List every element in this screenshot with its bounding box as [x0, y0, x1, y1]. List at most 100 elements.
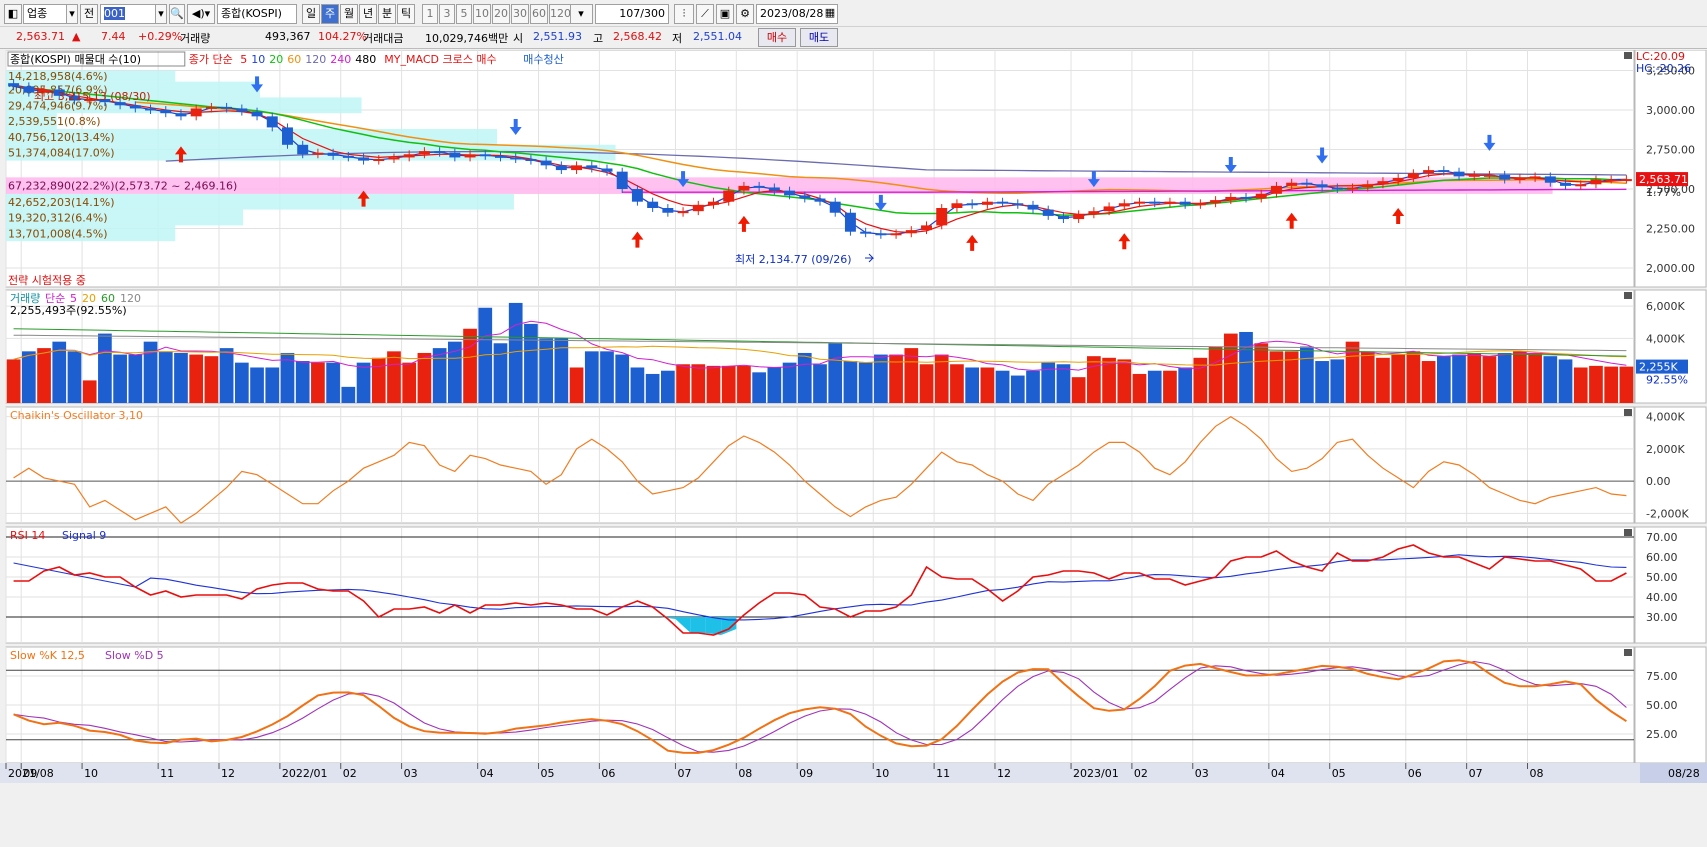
- count-dropdown[interactable]: ▾: [569, 4, 593, 24]
- volume-bar: [204, 356, 219, 403]
- x-label-11: 07: [677, 767, 691, 780]
- candle-body: [936, 208, 948, 226]
- speaker-icon[interactable]: ◀)▾: [187, 4, 215, 24]
- rsi-ytick-2: 50.00: [1646, 571, 1678, 584]
- candle-body: [1423, 170, 1435, 174]
- market-dropdown-icon[interactable]: ▾: [66, 4, 78, 24]
- draw-tool-icon[interactable]: ⟋: [696, 4, 714, 24]
- price-ytick-2: 2,750.00: [1646, 144, 1695, 157]
- candle-body: [1575, 184, 1587, 187]
- candle-body: [205, 106, 217, 109]
- rsi-ytick-4: 30.00: [1646, 611, 1678, 624]
- period-button-2[interactable]: 월: [340, 4, 358, 24]
- candle-body: [616, 171, 628, 190]
- interval-button-1[interactable]: 1: [422, 4, 438, 24]
- volume-bar: [387, 351, 401, 403]
- volume-bar: [1178, 367, 1193, 403]
- volume-bar: [158, 351, 173, 403]
- volume-bar: [265, 367, 280, 403]
- candle-body: [449, 152, 461, 158]
- volume-bar: [1041, 362, 1056, 403]
- chart-menu-icon[interactable]: ◧: [4, 4, 22, 24]
- code-input[interactable]: 001: [100, 4, 156, 24]
- period-button-3[interactable]: 년: [359, 4, 377, 24]
- interval-button-20[interactable]: 20: [492, 4, 510, 24]
- chaikin-ytick-0: 4,000K: [1646, 411, 1685, 424]
- price-legend-0: 종합(KOSPI) 매물대 수(10): [10, 53, 141, 66]
- interval-button-120[interactable]: 120: [549, 4, 571, 24]
- volume-bar: [1360, 351, 1375, 403]
- amount: 10,029,746백만: [425, 32, 509, 45]
- interval-button-10[interactable]: 10: [473, 4, 491, 24]
- market-select[interactable]: 업종: [23, 4, 67, 24]
- stoch-ytick-2: 25.00: [1646, 728, 1678, 741]
- candle-type-icon[interactable]: ⫶: [674, 4, 694, 24]
- count-field[interactable]: 107/300: [595, 4, 669, 24]
- x-label-1: 09: [23, 767, 37, 780]
- volume-bar: [995, 370, 1010, 403]
- volume-bar: [234, 362, 249, 403]
- volume-bar: [1026, 370, 1040, 403]
- volume-bar: [828, 343, 843, 403]
- volume-bar: [341, 386, 356, 403]
- candle-body: [479, 154, 491, 157]
- candle-body: [1118, 203, 1130, 207]
- candle-body: [753, 185, 765, 188]
- interval-button-3[interactable]: 3: [439, 4, 455, 24]
- candle-body: [1620, 179, 1632, 182]
- candle-body: [1286, 182, 1298, 186]
- search-icon[interactable]: 🔍: [169, 4, 185, 24]
- x-label-12: 08: [738, 767, 752, 780]
- volume-bar: [1163, 370, 1177, 403]
- candle-body: [860, 231, 872, 234]
- candle-body: [236, 108, 248, 112]
- panel-close-icon-stoch: [1624, 649, 1632, 656]
- volume-bar: [615, 354, 630, 403]
- volume-bar: [1208, 346, 1223, 403]
- volume-bar: [37, 348, 51, 403]
- current-price-label: 2,563.71: [1639, 173, 1688, 186]
- code-dropdown-icon[interactable]: ▾: [155, 4, 167, 24]
- panel-close-icon-price: [1624, 52, 1632, 59]
- candle-body: [297, 144, 309, 155]
- change-pct: +0.29%: [138, 30, 183, 43]
- x-label-21: 05: [1332, 767, 1346, 780]
- sell-button[interactable]: 매도: [800, 28, 838, 47]
- candle-body: [266, 116, 278, 128]
- interval-button-60[interactable]: 60: [530, 4, 548, 24]
- volume-bar: [661, 370, 675, 403]
- period-button-0[interactable]: 일: [302, 4, 320, 24]
- period-button-1[interactable]: 주: [321, 4, 339, 24]
- volume-bar: [539, 338, 553, 403]
- volume-bar: [1315, 361, 1329, 403]
- buy-button[interactable]: 매수: [758, 28, 796, 47]
- prev-button[interactable]: 전: [80, 4, 98, 24]
- candle-body: [434, 151, 446, 154]
- candle-body: [1499, 174, 1511, 180]
- candle-body: [647, 201, 659, 208]
- interval-button-5[interactable]: 5: [456, 4, 472, 24]
- interval-button-30[interactable]: 30: [511, 4, 529, 24]
- candle-body: [190, 108, 202, 117]
- volume-bar: [919, 364, 934, 403]
- high: 2,568.42: [613, 30, 662, 43]
- stoch-ytick-1: 50.00: [1646, 699, 1678, 712]
- toolbar: ◧ 업종 ▾ 전 001 ▾ 🔍 ◀)▾ 종합(KOSPI) ▾ 107/300…: [0, 0, 1707, 27]
- price-low-label: 최저 2,134.77 (09/26): [735, 253, 852, 266]
- candle-body: [8, 83, 20, 87]
- candle-body: [784, 190, 796, 196]
- volume-bar: [1345, 341, 1360, 403]
- hc-label: HC:-20.26: [1636, 62, 1691, 75]
- save-icon[interactable]: ▣: [716, 4, 734, 24]
- change-arrow: ▲: [72, 30, 81, 43]
- calendar-icon[interactable]: ▦: [822, 4, 838, 24]
- gear-icon[interactable]: ⚙: [736, 4, 754, 24]
- volume-bar: [782, 362, 797, 403]
- period-button-4[interactable]: 분: [378, 4, 396, 24]
- volume-bar: [113, 354, 127, 403]
- price-legend-7: 240: [330, 53, 351, 66]
- rsi-ytick-0: 70.00: [1646, 531, 1678, 544]
- period-button-5[interactable]: 틱: [397, 4, 415, 24]
- volume-bar: [1010, 375, 1025, 403]
- candle-body: [1134, 201, 1145, 204]
